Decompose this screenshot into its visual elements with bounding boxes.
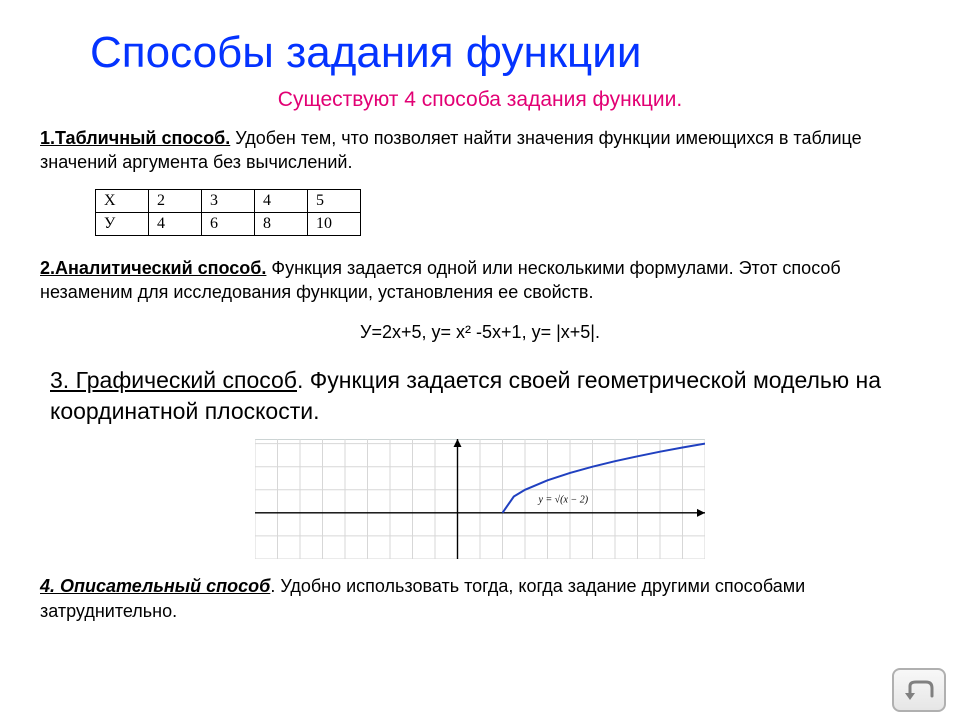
slide-title: Способы задания функции [90, 28, 920, 78]
section-2-heading: 2.Аналитический способ. [40, 258, 266, 278]
values-table: Х 2 3 4 5 У 4 6 8 10 [95, 189, 361, 236]
section-3: 3. Графический способ. Функция задается … [50, 365, 910, 427]
section-2-formulas: У=2х+5, у= х² -5х+1, у= |х+5|. [40, 322, 920, 343]
section-2: 2.Аналитический способ. Функция задается… [40, 256, 920, 305]
svg-text:y = √(x − 2): y = √(x − 2) [538, 495, 589, 506]
section-4: 4. Описательный способ. Удобно использов… [40, 574, 920, 623]
table-row: Х 2 3 4 5 [96, 189, 361, 212]
return-button[interactable] [892, 668, 946, 712]
slide-subtitle: Существуют 4 способа задания функции. [40, 88, 920, 112]
function-plot: y = √(x − 2) [40, 439, 920, 564]
section-3-heading: 3. Графический способ [50, 367, 297, 393]
section-4-heading: 4. Описательный способ [40, 576, 270, 596]
section-1: 1.Табличный способ. Удобен тем, что позв… [40, 126, 920, 175]
u-turn-arrow-icon [902, 678, 936, 702]
table-row: У 4 6 8 10 [96, 212, 361, 235]
section-1-heading: 1.Табличный способ. [40, 128, 230, 148]
